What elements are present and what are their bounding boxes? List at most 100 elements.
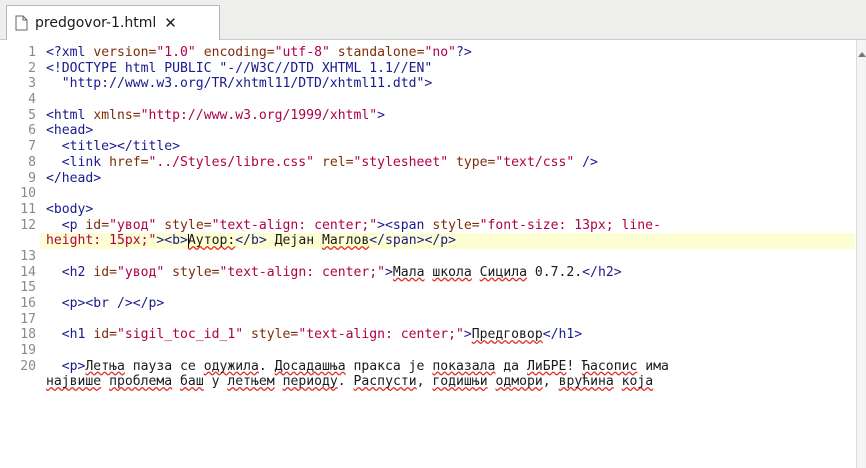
code-text: <head> xyxy=(46,123,93,139)
code-line[interactable]: 13 xyxy=(0,249,856,265)
code-token: Предговор xyxy=(471,327,543,343)
code-token: /> xyxy=(574,154,598,170)
code-token: у xyxy=(203,374,228,390)
code-line[interactable]: 4 xyxy=(0,92,856,108)
code-text: </head> xyxy=(46,171,101,187)
code-line[interactable]: height: 15px;"><b>Аутор:</b> Дејан Магло… xyxy=(0,233,856,249)
tab-predgovor[interactable]: predgovor-1.html ✕ xyxy=(6,5,220,40)
code-line[interactable]: највише проблема баш у летњем периоду. Р… xyxy=(0,374,856,390)
line-number: 4 xyxy=(28,92,36,108)
code-token: проблема xyxy=(109,374,173,390)
code-token: која xyxy=(621,374,654,390)
line-number: 7 xyxy=(28,139,36,155)
scroll-up-icon[interactable] xyxy=(858,52,866,57)
code-token: ЛиБРЕ xyxy=(526,358,567,374)
tab-bar: predgovor-1.html ✕ xyxy=(0,0,866,40)
line-number: 12 xyxy=(20,217,36,233)
code-token: "text/css" xyxy=(495,154,575,170)
line-number: 16 xyxy=(20,296,36,311)
code-text: <p id="увод" style="text-align: center;"… xyxy=(46,218,661,234)
code-token: ?> xyxy=(456,45,472,60)
code-token: , xyxy=(416,374,433,390)
code-editor[interactable]: 1 <?xml version="1.0" encoding="utf-8" st… xyxy=(0,45,856,468)
code-token: <html xyxy=(46,107,94,123)
code-line[interactable]: 2 <!DOCTYPE html PUBLIC "-//W3C//DTD XHTM… xyxy=(0,61,856,77)
line-number: 17 xyxy=(20,311,36,327)
code-token: style= xyxy=(432,217,480,233)
code-token: <!DOCTYPE html PUBLIC "-//W3C//DTD XHTML… xyxy=(46,60,433,76)
code-token: годишњи xyxy=(432,374,488,390)
code-line[interactable]: 6 <head> xyxy=(0,123,856,139)
code-line[interactable]: 10 xyxy=(0,186,856,202)
code-token: "text-align: center;" xyxy=(298,327,464,343)
line-number: 2 xyxy=(28,60,36,76)
line-number: 1 xyxy=(28,45,36,60)
code-token: 0.7.2. xyxy=(526,264,583,280)
code-line[interactable]: 5 <html xmlns="http://www.w3.org/1999/xht… xyxy=(0,108,856,124)
line-number: 3 xyxy=(28,76,36,92)
code-token: standalone= xyxy=(337,45,425,60)
code-token: одмори xyxy=(495,374,543,390)
code-line[interactable]: 15 xyxy=(0,280,856,296)
code-token: . xyxy=(258,358,275,374)
code-line[interactable]: 3 "http://www.w3.org/TR/xhtml11/DTD/xhtm… xyxy=(0,76,856,92)
code-text: height: 15px;"><b>Аутор:</b> Дејан Магло… xyxy=(46,233,456,249)
code-line[interactable]: 9 </head> xyxy=(0,171,856,187)
code-token: "увод" xyxy=(109,217,157,233)
code-line[interactable]: 18 <h1 id="sigil_toc_id_1" style="text-a… xyxy=(0,327,856,343)
line-number: 15 xyxy=(20,280,36,296)
tab-label: predgovor-1.html xyxy=(35,15,157,31)
code-token: , xyxy=(542,374,559,390)
code-line[interactable]: 16 <p><br /></p> xyxy=(0,296,856,312)
code-token: </h1> xyxy=(542,327,583,343)
code-token: Летња xyxy=(85,358,125,374)
close-icon[interactable]: ✕ xyxy=(164,15,177,31)
code-line[interactable]: 20 <p>Летња пауза се одужила. Досадашња … xyxy=(0,359,856,375)
code-token: <p> xyxy=(46,358,86,374)
code-token: rel= xyxy=(321,154,354,170)
code-text: <h2 id="увод" style="text-align: center;… xyxy=(46,265,622,281)
code-token: <p><br /></p> xyxy=(46,296,165,311)
code-text: <html xmlns="http://www.w3.org/1999/xhtm… xyxy=(46,108,385,124)
code-token: <p xyxy=(46,217,86,233)
code-line[interactable]: 17 xyxy=(0,312,856,328)
code-token: Мала xyxy=(392,264,425,280)
line-number: 5 xyxy=(28,107,36,123)
code-token: "sigil_toc_id_1" xyxy=(116,327,244,343)
code-token: xmlns= xyxy=(93,107,141,123)
line-number: 13 xyxy=(20,248,36,264)
code-token: "http://www.w3.org/1999/xhtml" xyxy=(140,107,378,123)
code-token: Маглов xyxy=(321,233,370,249)
code-token: Ћасопис xyxy=(582,358,638,374)
code-token: </head> xyxy=(46,170,102,186)
code-line[interactable]: 12 <p id="увод" style="text-align: cente… xyxy=(0,218,856,234)
code-token: id= xyxy=(85,217,110,233)
code-token: "no" xyxy=(424,45,456,60)
code-line[interactable]: 8 <link href="../Styles/libre.css" rel="… xyxy=(0,155,856,171)
code-token: Аутор: xyxy=(187,233,236,249)
code-text: <p><br /></p> xyxy=(46,296,164,312)
code-token: да xyxy=(495,358,527,374)
code-token: "utf-8" xyxy=(274,45,330,60)
code-token: style= xyxy=(164,217,212,233)
code-line[interactable]: 19 xyxy=(0,343,856,359)
code-text: "http://www.w3.org/TR/xhtml11/DTD/xhtml1… xyxy=(46,76,433,92)
vertical-scrollbar[interactable] xyxy=(856,40,866,468)
code-token: <head> xyxy=(46,123,94,139)
code-line[interactable]: 7 <title></title> xyxy=(0,139,856,155)
code-text: <title></title> xyxy=(46,139,180,155)
code-token: <h1 xyxy=(46,327,94,343)
code-token: баш xyxy=(180,374,204,390)
code-token: "text-align: center;" xyxy=(219,264,386,280)
code-line[interactable]: 1 <?xml version="1.0" encoding="utf-8" st… xyxy=(0,45,856,61)
code-text: <body> xyxy=(46,202,93,218)
code-line[interactable]: 14 <h2 id="увод" style="text-align: cent… xyxy=(0,265,856,281)
code-line[interactable]: 11 <body> xyxy=(0,202,856,218)
